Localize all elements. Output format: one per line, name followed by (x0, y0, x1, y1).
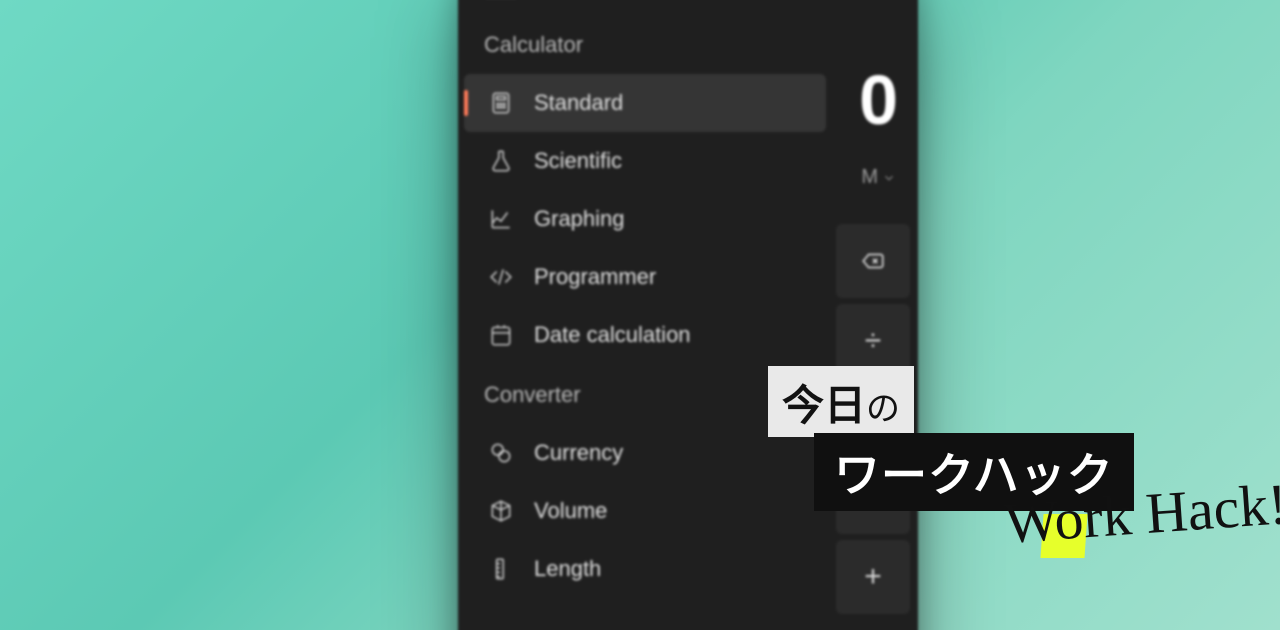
nav-item-label: Graphing (534, 206, 625, 232)
backspace-key[interactable] (836, 224, 910, 298)
overlay-top-label: 今日の (768, 366, 914, 437)
calendar-icon (488, 322, 514, 348)
divide-symbol: ÷ (865, 324, 881, 358)
flask-icon (488, 148, 514, 174)
memory-dropdown[interactable]: M (861, 166, 896, 189)
plus-symbol: + (864, 560, 882, 594)
nav-item-label: Length (534, 556, 601, 582)
navigation-panel: Calculator Standard Scientific Graphing … (464, 32, 826, 598)
calculator-strip: 0 M ÷ + (834, 0, 918, 630)
currency-icon (488, 440, 514, 466)
code-icon (488, 264, 514, 290)
calculator-icon (488, 90, 514, 116)
nav-item-standard[interactable]: Standard (464, 74, 826, 132)
nav-item-date-calculation[interactable]: Date calculation (464, 306, 826, 364)
display-value: 0 (859, 60, 898, 140)
plus-key[interactable]: + (836, 540, 910, 614)
ruler-icon (488, 556, 514, 582)
section-header-calculator: Calculator (464, 32, 826, 74)
nav-item-label: Scientific (534, 148, 622, 174)
nav-item-label: Volume (534, 498, 607, 524)
nav-item-programmer[interactable]: Programmer (464, 248, 826, 306)
nav-item-label: Date calculation (534, 322, 691, 348)
nav-item-graphing[interactable]: Graphing (464, 190, 826, 248)
backspace-icon (860, 248, 886, 274)
nav-item-scientific[interactable]: Scientific (464, 132, 826, 190)
cube-icon (488, 498, 514, 524)
memory-label: M (861, 166, 878, 189)
nav-item-length[interactable]: Length (464, 540, 826, 598)
calculator-window: Calculator Standard Scientific Graphing … (458, 0, 918, 630)
nav-item-label: Programmer (534, 264, 656, 290)
nav-item-label: Standard (534, 90, 623, 116)
graph-icon (488, 206, 514, 232)
chevron-down-icon (882, 171, 896, 185)
nav-item-label: Currency (534, 440, 623, 466)
